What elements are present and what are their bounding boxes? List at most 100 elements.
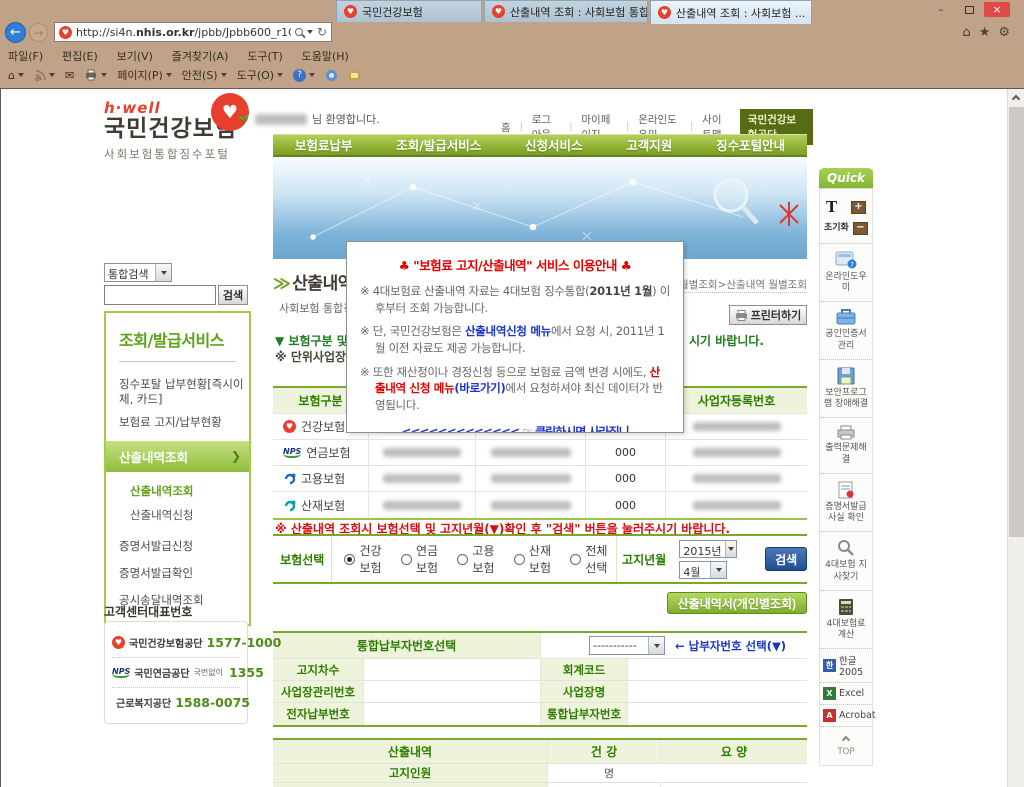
print-icon[interactable]: [84, 69, 108, 81]
refresh-icon[interactable]: ↻: [317, 25, 327, 39]
safety-command[interactable]: 안전(S): [182, 67, 227, 83]
quick-branch-finder[interactable]: 4대보험 지사찾기: [820, 531, 872, 590]
menu-view[interactable]: 보기(V): [117, 50, 153, 63]
radio-health[interactable]: 건강보험: [344, 542, 389, 576]
sidebar-search-button[interactable]: 검색: [218, 285, 248, 305]
hangul-icon: 한: [823, 659, 836, 673]
home-icon[interactable]: ⌂: [962, 25, 970, 40]
page-command[interactable]: 페이지(P): [117, 67, 172, 83]
maximize-icon: [964, 5, 974, 14]
nav-inquiry-issue[interactable]: 조회/발급서비스: [396, 135, 481, 154]
menu-file[interactable]: 파일(F): [8, 50, 43, 63]
sidebar-item-notice-payment[interactable]: 보험료 고지/납부현황: [106, 411, 249, 434]
phone-prefix: 국번없이: [193, 668, 223, 677]
print-page-button[interactable]: 프린터하기: [729, 305, 807, 325]
address-bar[interactable]: ♥ http://si4n.nhis.or.kr/jpbb/Jpbb600_r1…: [54, 22, 332, 42]
close-button[interactable]: ×: [984, 2, 1010, 17]
font-increase-button[interactable]: +: [851, 200, 866, 214]
menu-edit[interactable]: 편집(E): [62, 50, 98, 63]
date-selects: 2015년 4월: [671, 539, 738, 579]
popup-dismiss-line[interactable]: <<<<<<<<<<<<< ☞ 클릭하시면 사라집니다.>>>>>>>>>>>>…: [360, 423, 670, 432]
table-row-partial: [273, 783, 807, 787]
settings-gear-icon[interactable]: ⚙: [998, 25, 1010, 40]
sidebar-item-cert-confirm[interactable]: 증명서발급확인: [106, 562, 249, 585]
menu-tools[interactable]: 도구(T): [247, 50, 283, 63]
org-name: 근로복지공단: [116, 699, 172, 710]
quick-print-troubleshoot[interactable]: 출력문제해결: [820, 417, 872, 473]
help-icon[interactable]: ?: [293, 68, 316, 82]
radio-accident[interactable]: 산재보험: [513, 542, 559, 576]
sidebar-item-cert-request[interactable]: 증명서발급신청: [106, 535, 249, 558]
search-icon[interactable]: [294, 28, 303, 36]
nav-payment[interactable]: 보험료납부: [295, 135, 353, 154]
url-dropdown-icon[interactable]: [306, 30, 313, 34]
util-home-link[interactable]: 홈: [501, 120, 511, 135]
quick-security-troubleshoot[interactable]: 보안프로그램 장애해결: [820, 358, 872, 418]
shortcut-link[interactable]: (바로가기): [454, 381, 505, 395]
radio-employment[interactable]: 고용보험: [457, 542, 502, 576]
sidebar-sub-calculation-request[interactable]: 산출내역신청: [106, 503, 249, 527]
detail-button-row: 산출내역서(개인별조회): [273, 592, 807, 614]
quick-premium-calculator[interactable]: 4대보험료 계산: [820, 589, 872, 649]
favorites-star-icon[interactable]: ★: [979, 25, 991, 40]
quick-cert-issue-check[interactable]: 증명서발급사실 확인: [820, 472, 872, 532]
menu-help[interactable]: 도움말(H): [302, 50, 349, 63]
radio-all[interactable]: 전체선택: [570, 542, 615, 576]
site-favicon: ♥: [59, 25, 72, 39]
tab-2[interactable]: ♥ 산출내역 조회 : 사회보험 통합...: [484, 0, 648, 22]
redacted-value: [490, 500, 571, 510]
quick-acrobat-viewer[interactable]: A Acrobat: [820, 704, 876, 726]
tab-1[interactable]: ♥ 국민건강보험: [336, 0, 482, 22]
year-select[interactable]: 2015년: [679, 539, 738, 558]
service-notice-popup[interactable]: ♣ "보험료 고지/산출내역" 서비스 이용안내 ♣ ※ 4대보험료 산출내역 …: [346, 241, 684, 433]
maximize-button[interactable]: [956, 2, 982, 17]
search-submit-button[interactable]: 검색: [765, 547, 807, 571]
calculation-request-menu-link[interactable]: 산출내역신청 메뉴: [465, 324, 551, 338]
chrome-icons: ⌂ ★ ⚙: [962, 25, 1010, 40]
sidebar-item-calculation-active[interactable]: 산출내역조회 ❯: [106, 440, 249, 472]
quick-top-button[interactable]: TOP: [820, 726, 872, 764]
scroll-up-button[interactable]: [1008, 89, 1024, 106]
minimize-button[interactable]: –: [928, 2, 954, 17]
font-decrease-button[interactable]: −: [853, 221, 868, 235]
sidebar-item-payment-status[interactable]: 징수포탈 납부현황[즉시이체, 카드]: [106, 373, 249, 411]
tab-title: 산출내역 조회 : 사회보험 통합...: [510, 5, 648, 19]
rss-icon[interactable]: [34, 69, 55, 81]
sidebar-sub-calculation-view[interactable]: 산출내역조회: [106, 479, 249, 503]
value-notified-persons: 명: [604, 767, 615, 780]
payer-number-select[interactable]: -----------: [589, 636, 665, 655]
tab-title: 산출내역 조회 : 사회보험 ...: [676, 6, 806, 20]
forward-button[interactable]: →: [29, 23, 48, 42]
site-logo[interactable]: h·well 국민건강보험 사회보험통합징수포털 ♥: [104, 93, 274, 162]
back-button[interactable]: ←: [5, 22, 26, 43]
search-category-select[interactable]: 통합검색: [104, 263, 172, 282]
scrollbar-thumb[interactable]: [1009, 107, 1024, 537]
tab-favicon: ♥: [344, 5, 357, 18]
col-calculation: 산출내역: [273, 740, 548, 763]
sidebar-search-input[interactable]: [104, 285, 216, 305]
quick-online-helper[interactable]: ? 온라인도우미: [820, 242, 872, 302]
nav-apply[interactable]: 신청서비스: [525, 135, 583, 154]
tab-3-active[interactable]: ♥ 산출내역 조회 : 사회보험 ... ×: [650, 0, 812, 24]
quick-certificate-mgmt[interactable]: 공인인증서관리: [820, 301, 872, 359]
tab-close-icon[interactable]: ×: [810, 6, 811, 19]
callcenter-nps: NPS 국민연금공단 국번없이 1355: [112, 657, 264, 687]
home-command-icon[interactable]: ⌂: [8, 69, 24, 82]
document-check-icon: [838, 481, 854, 499]
nav-support[interactable]: 고객지원: [626, 135, 672, 154]
logo-subtitle: 사회보험통합징수포털: [104, 147, 230, 162]
url-text[interactable]: http://si4n.nhis.or.kr/jpbb/Jpbb600_r1Cm…: [76, 26, 291, 39]
mail-icon[interactable]: ✉: [65, 69, 74, 82]
quick-excel-viewer[interactable]: X Excel: [820, 682, 872, 704]
radio-icon: [457, 553, 469, 565]
activex-icon[interactable]: [348, 69, 361, 82]
menu-favorites[interactable]: 즐겨찾기(A): [172, 50, 229, 63]
browser-choice-icon[interactable]: [325, 69, 338, 82]
quick-hangul-viewer[interactable]: 한 한글2005: [820, 648, 872, 682]
month-select[interactable]: 4월: [679, 560, 728, 579]
radio-pension[interactable]: 연금보험: [400, 542, 446, 576]
vertical-scrollbar[interactable]: [1007, 89, 1024, 787]
nav-portal-guide[interactable]: 징수포털안내: [716, 135, 785, 154]
tools-command[interactable]: 도구(O): [237, 67, 284, 83]
personal-detail-button[interactable]: 산출내역서(개인별조회): [666, 592, 807, 614]
